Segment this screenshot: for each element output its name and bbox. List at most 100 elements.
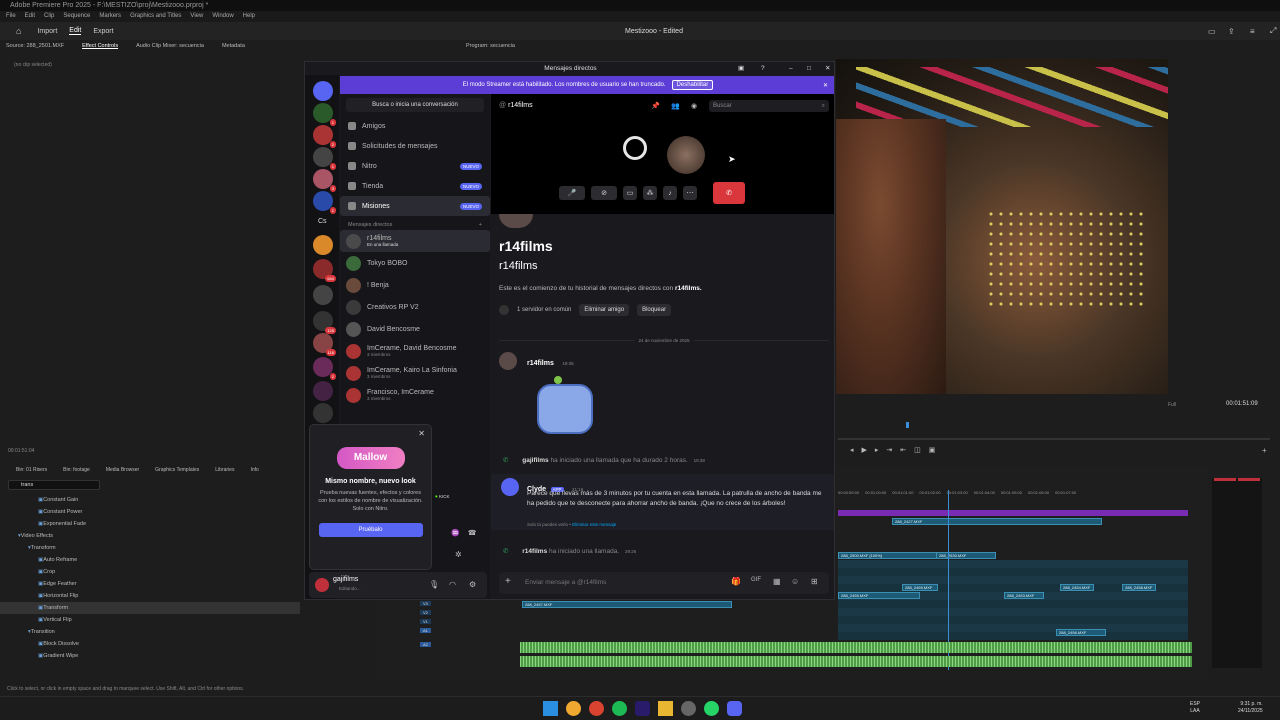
nav-item-misiones[interactable]: Misiones NUEVO (340, 196, 490, 216)
system-user[interactable]: gajifilms (522, 457, 548, 464)
inbox-icon[interactable]: ▣ (738, 62, 744, 75)
gift-icon[interactable]: 🎁 (731, 577, 741, 586)
premiere-icon[interactable] (635, 701, 650, 716)
effects-tree-item[interactable]: ▣ Exponential Fade (0, 518, 300, 530)
tab-info[interactable]: Info (250, 467, 258, 473)
tab-effect-controls[interactable]: Effect Controls (82, 43, 118, 49)
nav-item-solicitudes[interactable]: Solicitudes de mensajes (340, 136, 490, 156)
effects-search-input[interactable]: trans (8, 480, 100, 490)
menu-edit[interactable]: Edit (25, 11, 35, 22)
weather-icon[interactable] (566, 701, 581, 716)
message-author[interactable]: r14films (527, 360, 554, 367)
effects-tree-item[interactable]: ▣ Constant Power (0, 506, 300, 518)
gif-icon[interactable]: GIF (751, 577, 761, 583)
video-track-lane[interactable] (838, 600, 1188, 608)
headset-icon[interactable]: ◠ (449, 580, 456, 589)
fullscreen-icon[interactable]: ⤢ (1270, 26, 1276, 36)
effects-tree-item[interactable]: ▾ Video Effects (0, 530, 300, 542)
header-search-input[interactable]: Buscar ⌕ (709, 100, 829, 112)
effects-tree-item[interactable]: ▾ Transition (0, 626, 300, 638)
video-track-lane[interactable] (838, 560, 1188, 568)
program-scrubber[interactable] (838, 438, 1270, 440)
zoom-select[interactable]: Full (1168, 402, 1176, 408)
soundboard-icon-2[interactable]: ♪ (663, 186, 677, 200)
caller-avatar-logo[interactable] (623, 136, 647, 160)
timeline-clip[interactable]: 288_2453.MXF (1004, 592, 1044, 599)
video-track-lane[interactable] (838, 608, 1188, 616)
dm-item[interactable]: Francisco, ImCerame 3 miembros (340, 384, 490, 406)
block-button[interactable]: Bloquear (637, 304, 672, 316)
playhead-marker[interactable] (906, 422, 909, 428)
tab-audio-mixer[interactable]: Audio Clip Mixer: secuencia (136, 43, 204, 49)
maximize-icon[interactable]: □ (807, 62, 811, 75)
video-track-lane[interactable] (838, 576, 1188, 584)
message-avatar[interactable] (499, 352, 517, 370)
menu-markers[interactable]: Markers (99, 11, 121, 22)
minimize-icon[interactable]: – (789, 62, 793, 75)
video-track-lane[interactable] (838, 616, 1188, 624)
callee-avatar[interactable] (667, 136, 705, 174)
server-icon[interactable]: 644 (313, 259, 336, 282)
disable-streamer-button[interactable]: Deshabilitar (671, 80, 714, 90)
server-icon[interactable]: 1 (313, 147, 336, 170)
server-icon[interactable]: 1 (313, 191, 336, 214)
export-frame-icon[interactable]: ◫ (914, 447, 929, 454)
find-conversation-button[interactable]: Busca o inicia una conversación (346, 98, 484, 112)
nav-item-tienda[interactable]: Tienda NUEVO (340, 176, 490, 196)
compare-icon[interactable]: ▣ (929, 447, 944, 454)
dm-item[interactable]: Tokyo BOBO (340, 252, 490, 274)
add-button-icon[interactable]: + (1262, 446, 1267, 455)
dm-item[interactable]: David Bencosme (340, 318, 490, 340)
menu-clip[interactable]: Clip (44, 11, 54, 22)
tab-import[interactable]: Import (37, 28, 57, 35)
nav-item-nitro[interactable]: Nitro NUEVO (340, 156, 490, 176)
effects-tree-item[interactable]: ▣ Edge Feather (0, 578, 300, 590)
tab-media-browser[interactable]: Media Browser (106, 467, 139, 473)
program-tab[interactable]: Program: secuencia (466, 41, 515, 51)
effects-tree-item[interactable]: ▣ Auto Reframe (0, 554, 300, 566)
mic-icon[interactable]: 🎙 (429, 580, 439, 589)
timeline-clip[interactable]: 288_2455.MXF (838, 592, 920, 599)
menu-view[interactable]: View (190, 11, 203, 22)
hangup-button[interactable]: ✆ (713, 182, 745, 204)
server-icon[interactable] (313, 403, 333, 423)
tab-graphics-templates[interactable]: Graphics Templates (155, 467, 199, 473)
timeline-clip[interactable]: 288_2456.MXF (1056, 629, 1106, 636)
activities-icon[interactable]: ⁂ (643, 186, 657, 200)
dm-item[interactable]: ! Benja (340, 274, 490, 296)
spotify-icon[interactable] (612, 701, 627, 716)
dm-item[interactable]: ImCerame, David Bencosme 3 miembros (340, 340, 490, 362)
help-icon[interactable]: ? (761, 62, 765, 75)
camera-off-icon[interactable]: ⊘ (591, 186, 617, 200)
program-video-frame[interactable] (836, 59, 1168, 394)
attach-icon[interactable]: + (505, 576, 511, 587)
timeline-clip[interactable]: 288_2530.MXF (936, 552, 996, 559)
language-indicator[interactable]: ESP LAA (1190, 701, 1200, 715)
settings-icon[interactable]: ⚙ (469, 580, 476, 589)
remove-friend-button[interactable]: Eliminar amigo (579, 304, 630, 316)
tab-bin-risers[interactable]: Bin: 01 Risers (16, 467, 47, 473)
close-icon[interactable]: ✕ (825, 62, 830, 75)
server-icon[interactable]: 1 (313, 103, 336, 126)
server-icon[interactable]: 2 (313, 125, 336, 148)
menu-file[interactable]: File (6, 11, 16, 22)
clyde-avatar[interactable] (501, 478, 519, 496)
dm-item[interactable]: Creativos RP V2 (340, 296, 490, 318)
nav-item-amigos[interactable]: Amigos (340, 116, 490, 136)
banner-close-icon[interactable]: ✕ (823, 82, 828, 89)
try-it-button[interactable]: Pruébalo (318, 523, 423, 537)
share-icon[interactable]: ⇪ (1228, 27, 1235, 36)
effects-tree-item[interactable]: ▣ Transform (0, 602, 300, 614)
discord-taskbar-icon[interactable] (727, 701, 742, 716)
server-icon[interactable] (313, 285, 333, 305)
start-icon[interactable] (543, 701, 558, 716)
message-composer[interactable]: + Enviar mensaje a @r14films 🎁 GIF ▦ ☺ ⊞ (499, 572, 829, 594)
effects-tree-item[interactable]: ▣ Horizontal Flip (0, 590, 300, 602)
server-icon[interactable]: 3 (313, 169, 336, 192)
effects-tree-item[interactable]: ▾ Transform (0, 542, 300, 554)
effects-tree-item[interactable]: ▣ Vertical Flip (0, 614, 300, 626)
video-track-lane[interactable] (838, 632, 1188, 640)
profile-icon[interactable]: ◉ (691, 102, 697, 110)
activity-icon[interactable]: ✲ (455, 550, 462, 559)
timeline-clip[interactable]: 288_2427.MXF (892, 518, 1102, 525)
